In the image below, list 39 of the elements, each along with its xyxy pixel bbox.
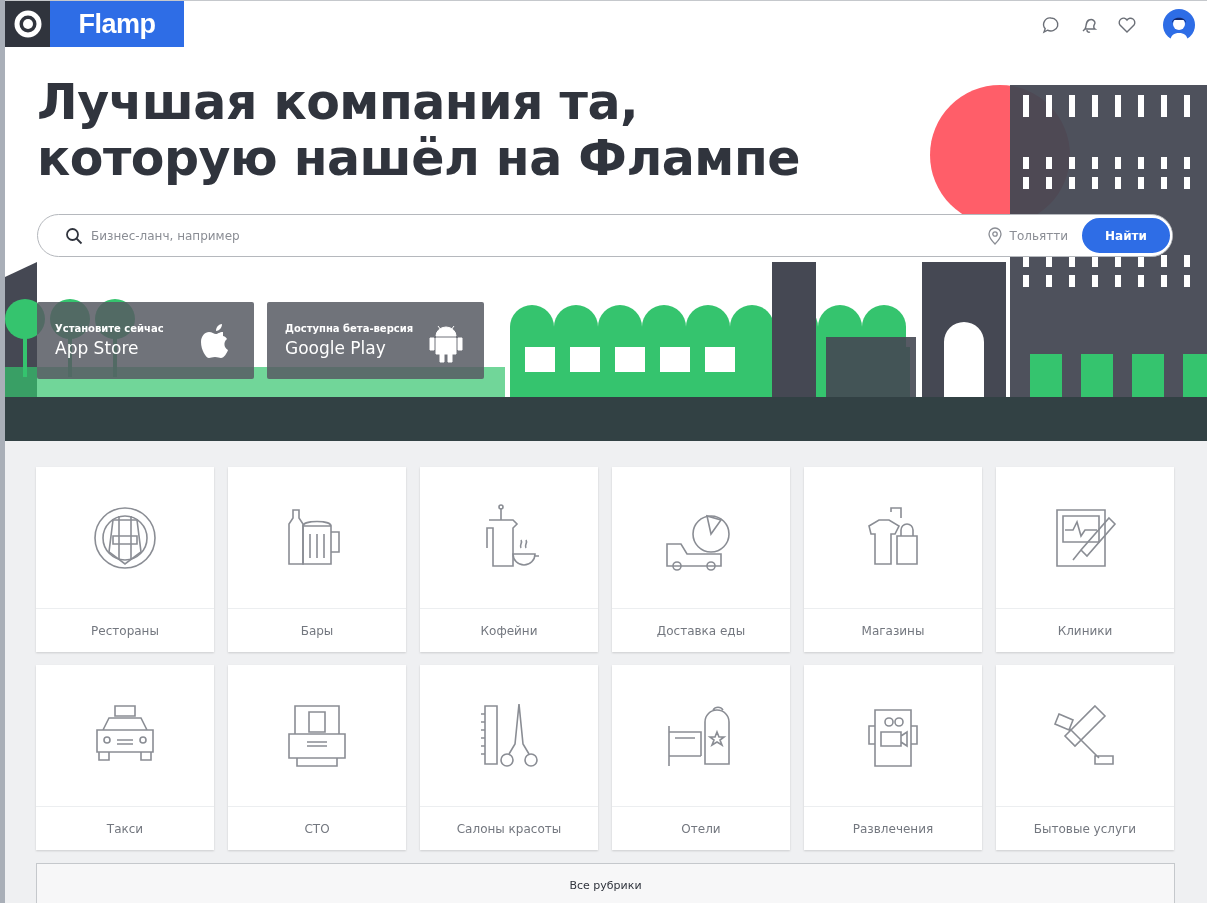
logo[interactable]: Flamp — [50, 1, 184, 47]
category-card[interactable]: Салоны красоты — [420, 665, 598, 850]
category-card[interactable]: Отели — [612, 665, 790, 850]
location-pin-icon — [987, 226, 1002, 245]
category-label: Развлечения — [851, 820, 935, 838]
category-card[interactable]: Клиники — [996, 467, 1174, 652]
category-label: Бытовые услуги — [1032, 820, 1138, 838]
category-card[interactable]: Развлечения — [804, 665, 982, 850]
category-label: Бары — [299, 622, 335, 640]
search-icon — [65, 226, 83, 245]
search-field[interactable]: Бизнес-ланч, например Тольятти Найти — [37, 214, 1173, 257]
category-card[interactable]: Такси — [36, 665, 214, 850]
category-label: Рестораны — [90, 622, 160, 640]
category-card[interactable]: Доставка еды — [612, 467, 790, 652]
heart-icon[interactable] — [1117, 15, 1137, 35]
all-rubrics-button[interactable]: Все рубрики — [36, 863, 1175, 903]
category-card[interactable]: Кофейни — [420, 467, 598, 652]
category-label: Отели — [680, 820, 722, 838]
category-label: СТО — [303, 820, 331, 838]
category-card[interactable]: Рестораны — [36, 467, 214, 652]
headline: Лучшая компания та, которую нашёл на Флампе — [37, 75, 801, 187]
avatar[interactable] — [1163, 9, 1195, 41]
chat-icon[interactable] — [1041, 15, 1061, 35]
category-card[interactable]: Бары — [228, 467, 406, 652]
app-store-button[interactable]: Доступна бета-версия Google Play — [267, 302, 484, 379]
category-label: Доставка еды — [655, 622, 747, 640]
category-card[interactable]: Бытовые услуги — [996, 665, 1174, 850]
category-card[interactable]: Магазины — [804, 467, 982, 652]
ring-icon — [12, 9, 43, 39]
search-button[interactable]: Найти — [1080, 216, 1172, 255]
logo-mark[interactable] — [5, 1, 50, 47]
category-label: Салоны красоты — [455, 820, 563, 838]
category-label: Магазины — [860, 622, 926, 640]
category-label: Кофейни — [479, 622, 539, 640]
category-card[interactable]: СТО — [228, 665, 406, 850]
city-selector[interactable]: Тольятти — [1009, 228, 1068, 243]
category-label: Клиники — [1056, 622, 1114, 640]
app-store-button[interactable]: Установите сейчас App Store — [37, 302, 254, 379]
category-label: Такси — [105, 820, 145, 838]
